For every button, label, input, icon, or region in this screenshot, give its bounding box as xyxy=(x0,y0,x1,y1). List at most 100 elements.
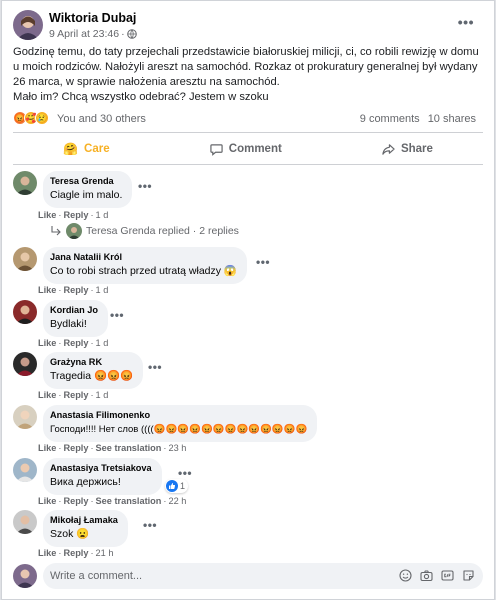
comment-time[interactable]: 1 d xyxy=(96,390,109,400)
view-replies[interactable]: Teresa Grenda replied · 2 replies xyxy=(50,223,239,239)
comment-actions: Like · Reply · 21 h xyxy=(38,548,114,558)
comment-reply-link[interactable]: Reply xyxy=(63,285,88,295)
comment-button[interactable]: Comment xyxy=(196,139,296,160)
comment-actions: Like · Reply · See translation · 22 h xyxy=(38,496,187,506)
comment-bubble: Jana Natalii Król Co to robi strach prze… xyxy=(43,247,247,284)
commenter-name[interactable]: Grażyna RK xyxy=(50,356,133,369)
comment-reply-link[interactable]: Reply xyxy=(63,338,88,348)
comment-more-icon[interactable]: ••• xyxy=(143,518,157,532)
comment-like-link[interactable]: Like xyxy=(38,548,56,558)
commenter-name[interactable]: Teresa Grenda xyxy=(50,175,122,188)
commenter-avatar[interactable] xyxy=(13,458,37,482)
comment-more-icon[interactable]: ••• xyxy=(110,308,124,322)
comment-more-icon[interactable]: ••• xyxy=(138,179,152,193)
commenter-avatar[interactable] xyxy=(13,247,37,271)
current-user-avatar[interactable] xyxy=(13,564,37,588)
comment-text: Господи!!!! Нет слов ((((😡😡😡😡😡😡😡😡😡😡😡😡😡 xyxy=(50,424,308,435)
commenter-avatar[interactable] xyxy=(13,171,37,195)
comment-input[interactable] xyxy=(50,563,320,589)
comment-reply-link[interactable]: Reply xyxy=(63,443,88,453)
comment-reply-link[interactable]: Reply xyxy=(63,496,88,506)
comment-bubble: Grażyna RK Tragedia 😡😡😡 xyxy=(43,352,144,389)
comment-time[interactable]: 23 h xyxy=(168,443,186,453)
comment-text: Tragedia 😡😡😡 xyxy=(50,370,134,382)
comment-reply-link[interactable]: Reply xyxy=(63,548,88,558)
post-header: Wiktoria Dubaj 9 April at 23:46 · ••• xyxy=(13,10,484,42)
sticker-icon[interactable] xyxy=(462,569,475,582)
globe-icon xyxy=(126,29,137,39)
comment-like-badge[interactable]: 1 xyxy=(165,479,189,493)
comment-time[interactable]: 21 h xyxy=(96,548,114,558)
comment-more-icon[interactable]: ••• xyxy=(256,255,270,269)
comment-icon xyxy=(210,143,223,156)
post-card: Wiktoria Dubaj 9 April at 23:46 · ••• Go… xyxy=(1,0,495,600)
commenter-avatar[interactable] xyxy=(13,300,37,324)
comment-text: Szok 😦 xyxy=(50,528,90,540)
commenter-name[interactable]: Mikołaj Łamaka xyxy=(50,514,118,527)
comment-time[interactable]: 22 h xyxy=(168,496,186,506)
care-label: Care xyxy=(84,143,110,155)
share-icon xyxy=(382,143,395,156)
comment-like-link[interactable]: Like xyxy=(38,210,56,220)
comment-like-link[interactable]: Like xyxy=(38,338,56,348)
comment-more-icon[interactable]: ••• xyxy=(178,466,192,480)
comments-count[interactable]: 9 comments xyxy=(360,113,420,125)
comment-reply-link[interactable]: Reply xyxy=(63,210,88,220)
comment-reply-link[interactable]: Reply xyxy=(63,390,88,400)
reply-arrow-icon xyxy=(51,226,61,236)
reaction-icons[interactable]: 😡 🥰 😢 xyxy=(13,111,49,125)
gif-icon[interactable] xyxy=(441,569,454,582)
post-text: Godzinę temu, do taty przejechali przeds… xyxy=(13,45,483,105)
commenter-avatar[interactable] xyxy=(13,352,37,376)
camera-icon[interactable] xyxy=(420,569,433,582)
comment-input-box xyxy=(43,563,483,589)
post-meta: 9 April at 23:46 · xyxy=(49,28,137,40)
share-button[interactable]: Share xyxy=(368,139,447,160)
commenter-name[interactable]: Jana Natalii Król xyxy=(50,251,237,264)
comment-label: Comment xyxy=(228,143,282,155)
author-avatar[interactable] xyxy=(13,10,43,40)
comment-text: Вика держись! xyxy=(50,476,121,488)
author-name[interactable]: Wiktoria Dubaj xyxy=(49,11,136,25)
commenter-avatar[interactable] xyxy=(13,405,37,429)
see-translation-link[interactable]: See translation xyxy=(96,443,162,453)
post-text-line: Godzinę temu, do taty przejechali przeds… xyxy=(13,46,479,88)
comment-actions: Like · Reply · 1 d xyxy=(38,285,109,295)
comment-time[interactable]: 1 d xyxy=(96,285,109,295)
comment-bubble: Kordian Jo Bydlaki! xyxy=(43,300,108,337)
comment-like-link[interactable]: Like xyxy=(38,390,56,400)
post-text-line: Mało im? Chcą wszystko odebrać? Jestem w… xyxy=(13,91,269,103)
composer-tools xyxy=(399,569,475,582)
comment-like-link[interactable]: Like xyxy=(38,285,56,295)
comment-bubble: Anastasiya Tretsiakova Вика держись! xyxy=(43,458,162,495)
comment-actions: Like · Reply · 1 d xyxy=(38,390,109,400)
comment-time[interactable]: 1 d xyxy=(96,210,109,220)
commenter-name[interactable]: Anastasia Filimonenko xyxy=(50,409,307,422)
reply-author-avatar xyxy=(66,223,82,239)
comment-bubble: Teresa Grenda Ciagle im malo. xyxy=(43,171,133,208)
emoji-icon[interactable] xyxy=(399,569,412,582)
comment-like-link[interactable]: Like xyxy=(38,496,56,506)
comment-like-link[interactable]: Like xyxy=(38,443,56,453)
comment-time[interactable]: 1 d xyxy=(96,338,109,348)
care-button[interactable]: 🤗 Care xyxy=(49,138,124,160)
like-icon xyxy=(166,480,178,492)
sad-reaction-icon: 😢 xyxy=(35,111,49,125)
commenter-avatar[interactable] xyxy=(13,510,37,534)
post-timestamp[interactable]: 9 April at 23:46 xyxy=(49,28,119,40)
commenter-name[interactable]: Kordian Jo xyxy=(50,304,98,317)
see-translation-link[interactable]: See translation xyxy=(96,496,162,506)
replies-text: Teresa Grenda replied · 2 replies xyxy=(86,225,239,237)
reactions-summary[interactable]: You and 30 others xyxy=(57,113,146,125)
comment-actions: Like · Reply · 1 d xyxy=(38,210,109,220)
divider xyxy=(13,164,483,165)
more-options-icon[interactable]: ••• xyxy=(458,14,474,30)
commenter-name[interactable]: Anastasiya Tretsiakova xyxy=(50,462,152,475)
comment-more-icon[interactable]: ••• xyxy=(148,360,162,374)
shares-count[interactable]: 10 shares xyxy=(428,113,476,125)
comment-bubble: Anastasia Filimonenko Господи!!!! Нет сл… xyxy=(43,405,318,442)
comment-actions: Like · Reply · See translation · 23 h xyxy=(38,443,187,453)
comment-text: Bydlaki! xyxy=(50,318,87,330)
comment-text: Co to robi strach przed utratą władzy 😱 xyxy=(50,265,237,277)
like-count: 1 xyxy=(180,481,186,491)
